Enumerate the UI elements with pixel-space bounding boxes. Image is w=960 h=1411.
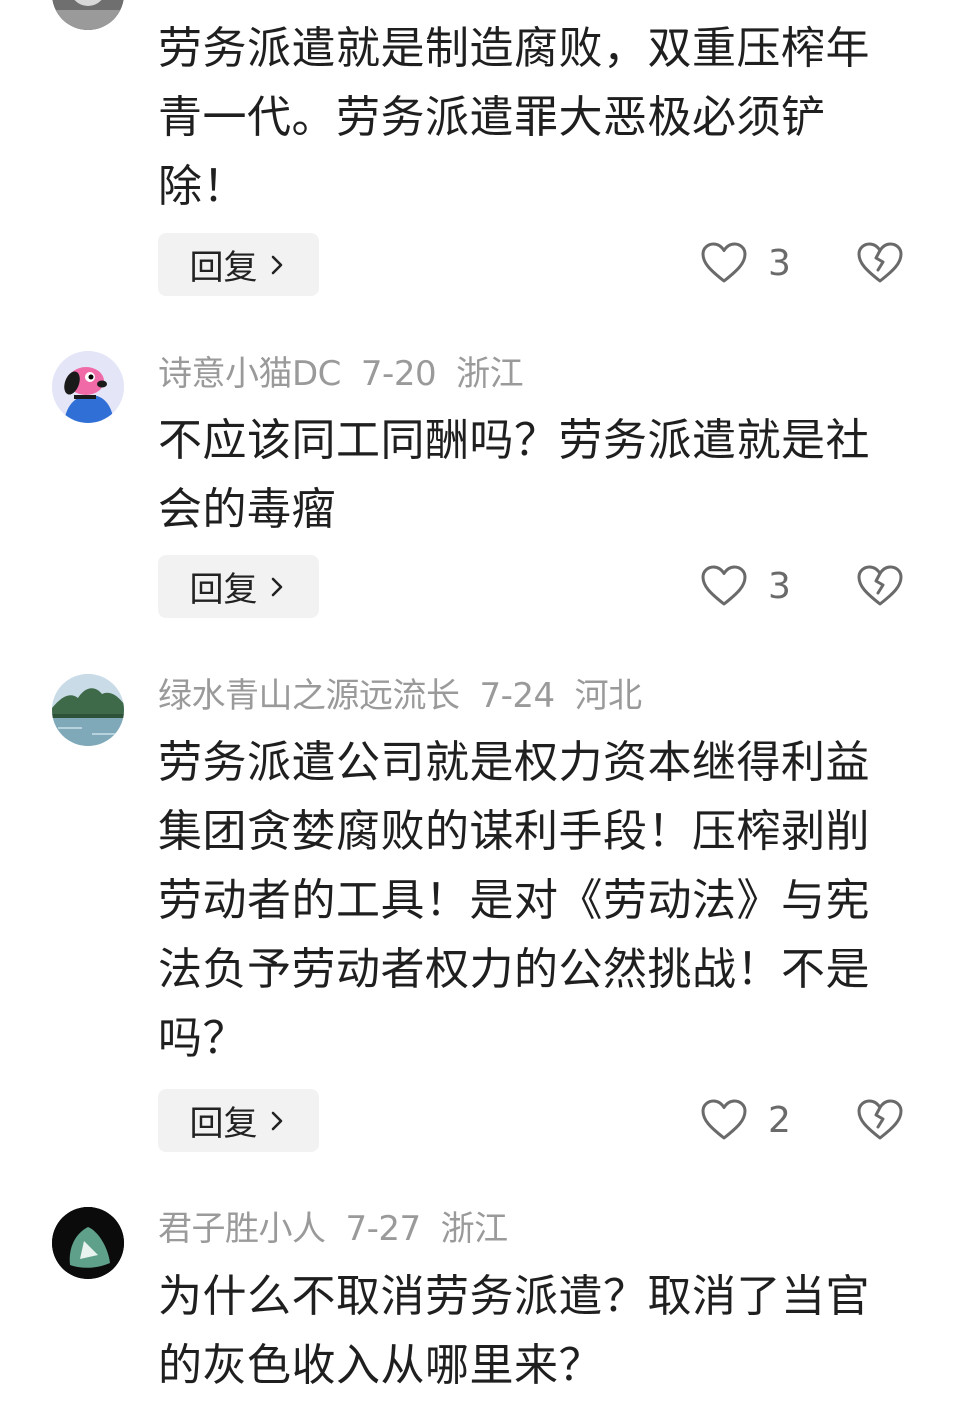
reply-button[interactable]: 回复 xyxy=(158,1089,319,1152)
heart-icon xyxy=(701,565,747,606)
landscape-avatar-icon xyxy=(52,674,124,746)
like-count: 3 xyxy=(768,242,791,284)
comment-text: 不应该同工同酬吗？劳务派遣就是社会的毒瘤 xyxy=(158,415,870,535)
like-count: 3 xyxy=(768,565,791,607)
partial-avatar-icon xyxy=(52,0,124,30)
like-button[interactable]: 3 xyxy=(700,558,800,614)
avatar[interactable] xyxy=(52,674,124,746)
author-name[interactable]: 绿水青山之源远流长 xyxy=(158,676,460,716)
like-button[interactable]: 3 xyxy=(700,235,800,291)
comment-date: 7-20 xyxy=(360,354,437,394)
comment-text: 为什么不取消劳务派遣？取消了当官的灰色收入从哪里来？ xyxy=(158,1271,870,1391)
comment-location: 河北 xyxy=(574,676,643,716)
comment-meta: 诗意小猫DC 7-20 浙江 xyxy=(158,350,543,398)
author-name[interactable]: 诗意小猫DC xyxy=(158,354,341,394)
comment-meta: 君子胜小人 7-27 浙江 xyxy=(158,1205,528,1253)
heart-icon xyxy=(701,242,747,283)
reply-button[interactable]: 回复 xyxy=(158,233,319,296)
chevron-right-icon xyxy=(271,577,282,596)
avatar[interactable] xyxy=(52,1207,124,1279)
like-button[interactable]: 2 xyxy=(700,1092,800,1148)
avatar[interactable] xyxy=(52,351,124,423)
comment-date: 7-24 xyxy=(479,676,556,716)
reply-label: 回复 xyxy=(189,248,258,288)
comment-location: 浙江 xyxy=(456,354,524,394)
comment-text: 劳务派遣就是制造腐败，双重压榨年青一代。劳务派遣罪大恶极必须铲除！ xyxy=(158,23,870,212)
broken-heart-icon[interactable] xyxy=(856,238,904,286)
comment-text: 劳务派遣公司就是权力资本继得利益集团贪婪腐败的谋利手段！压榨剥削劳动者的工具！是… xyxy=(158,737,870,1064)
cartoon-dog-avatar-icon xyxy=(52,351,124,423)
jade-avatar-icon xyxy=(52,1207,124,1279)
avatar[interactable] xyxy=(52,0,124,30)
reply-button[interactable]: 回复 xyxy=(158,555,319,618)
chevron-right-icon xyxy=(271,1111,282,1130)
broken-heart-icon[interactable] xyxy=(856,1095,904,1143)
broken-heart-icon[interactable] xyxy=(856,561,904,609)
comment-date: 7-27 xyxy=(345,1209,422,1249)
reply-label: 回复 xyxy=(189,1104,258,1144)
comment-meta: 绿水青山之源远流长 7-24 河北 xyxy=(158,672,662,720)
author-name[interactable]: 君子胜小人 xyxy=(158,1209,326,1249)
heart-icon xyxy=(701,1099,747,1140)
chevron-right-icon xyxy=(271,255,282,274)
reply-label: 回复 xyxy=(189,570,258,610)
comment-location: 浙江 xyxy=(440,1209,509,1249)
like-count: 2 xyxy=(768,1099,791,1141)
